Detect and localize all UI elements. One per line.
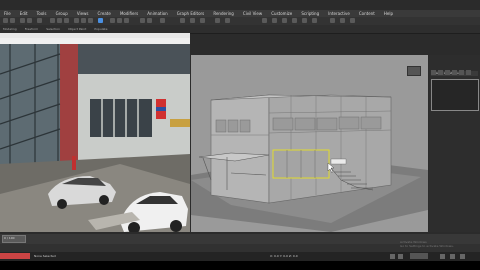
ribbon-tab[interactable]: Object Paint (68, 25, 86, 33)
menu-item[interactable]: Content (359, 10, 375, 17)
letterbox-bottom (0, 261, 480, 270)
schematic-icon[interactable] (190, 18, 195, 23)
unlink-icon[interactable] (27, 18, 32, 23)
undo-icon[interactable] (3, 18, 8, 23)
viewcube-icon[interactable] (407, 66, 421, 76)
display-tab-icon[interactable] (459, 70, 464, 75)
menu-item[interactable]: Interactive (328, 10, 350, 17)
menu-item[interactable]: Scripting (301, 10, 319, 17)
menu-item[interactable]: Customize (271, 10, 292, 17)
menu-item[interactable]: Graph Editors (177, 10, 204, 17)
hierarchy-tab-icon[interactable] (445, 70, 450, 75)
snap-icon[interactable] (110, 18, 115, 23)
perspective-viewport[interactable] (191, 55, 428, 232)
menu-item[interactable]: Animation (147, 10, 167, 17)
menu-item[interactable]: Tools (37, 10, 47, 17)
reference-image-panel (0, 33, 190, 232)
main-toolbar (0, 17, 480, 25)
tool-icon[interactable] (312, 18, 317, 23)
menu-item[interactable]: Views (77, 10, 89, 17)
menu-bar: File Edit Tools Group Views Create Modif… (0, 10, 480, 17)
object-list-box[interactable] (431, 79, 479, 111)
tool-icon[interactable] (292, 18, 297, 23)
angle-snap-icon[interactable] (117, 18, 122, 23)
mirror-icon[interactable] (140, 18, 145, 23)
zoom-icon[interactable] (440, 254, 445, 259)
select-object-icon[interactable] (50, 18, 55, 23)
menu-item[interactable]: Civil View (243, 10, 262, 17)
menu-item[interactable]: Modifiers (120, 10, 138, 17)
modify-tab-icon[interactable] (438, 70, 443, 75)
auto-key-button[interactable] (410, 253, 428, 259)
tool-icon[interactable] (282, 18, 287, 23)
ribbon-tab[interactable]: Selection (46, 25, 60, 33)
tool-icon[interactable] (340, 18, 345, 23)
menu-item[interactable]: Group (56, 10, 68, 17)
reference-photo (0, 44, 190, 232)
select-by-name-icon[interactable] (57, 18, 62, 23)
align-icon[interactable] (147, 18, 152, 23)
tool-icon[interactable] (350, 18, 355, 23)
menu-item[interactable]: Rendering (213, 10, 233, 17)
region-select-icon[interactable] (64, 18, 69, 23)
motion-tab-icon[interactable] (452, 70, 457, 75)
tool-icon[interactable] (272, 18, 277, 23)
ribbon-tab[interactable]: Freeform (25, 25, 38, 33)
tool-icon[interactable] (302, 18, 307, 23)
move-icon[interactable] (74, 18, 79, 23)
create-tab-icon[interactable] (431, 70, 436, 75)
app-window: File Edit Tools Group Views Create Modif… (0, 0, 480, 270)
menu-item[interactable]: File (4, 10, 11, 17)
status-bar: None Selected X: 0.0 Y: 0.0 Z: 0.0 (0, 252, 480, 261)
scale-icon[interactable] (88, 18, 93, 23)
maxscript-listener[interactable] (0, 253, 30, 259)
menu-item[interactable]: Create (98, 10, 111, 17)
layer-icon[interactable] (160, 18, 165, 23)
select-filter-icon[interactable] (37, 18, 42, 23)
ribbon-tab[interactable]: Modeling (3, 25, 17, 33)
command-panel-tabs (431, 70, 477, 76)
tool-icon[interactable] (330, 18, 335, 23)
watermark-line-2: Go to Settings to activate Windows. (400, 244, 454, 248)
select-and-move-icon[interactable] (98, 18, 103, 23)
rotate-icon[interactable] (81, 18, 86, 23)
curve-editor-icon[interactable] (180, 18, 185, 23)
utilities-tab-icon[interactable] (466, 70, 471, 75)
windows-activation-watermark: Activate Windows Go to Settings to activ… (400, 240, 454, 248)
material-editor-icon[interactable] (200, 18, 205, 23)
render-setup-icon[interactable] (215, 18, 220, 23)
coordinate-readout: X: 0.0 Y: 0.0 Z: 0.0 (270, 254, 298, 258)
orbit-icon[interactable] (460, 254, 465, 259)
redo-icon[interactable] (10, 18, 15, 23)
pan-icon[interactable] (450, 254, 455, 259)
menu-item[interactable]: Help (384, 10, 393, 17)
time-slider-label: 0 / 100 (4, 236, 15, 240)
status-text: None Selected (34, 254, 56, 258)
stop-icon[interactable] (398, 254, 403, 259)
link-icon[interactable] (20, 18, 25, 23)
viewport-scene (191, 94, 428, 232)
ribbon-tab[interactable]: Populate (94, 25, 107, 33)
menu-item[interactable]: Edit (20, 10, 28, 17)
play-icon[interactable] (390, 254, 395, 259)
tool-icon[interactable] (262, 18, 267, 23)
render-icon[interactable] (225, 18, 230, 23)
percent-snap-icon[interactable] (124, 18, 129, 23)
